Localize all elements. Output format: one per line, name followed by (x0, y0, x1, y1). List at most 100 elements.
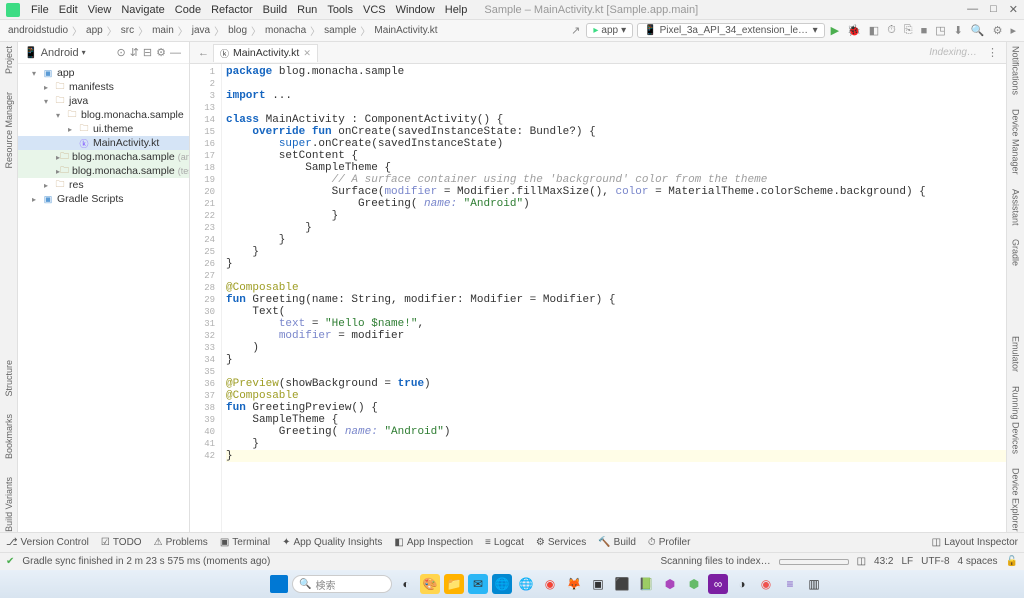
taskbar-app-icon[interactable]: 📗 (636, 574, 656, 594)
menu-code[interactable]: Code (170, 4, 206, 16)
select-opened-icon[interactable]: ⊙ (114, 46, 127, 59)
debug-icon[interactable]: 🐞 (845, 24, 863, 37)
close-icon[interactable]: ✕ (1009, 3, 1018, 16)
line-separator[interactable]: LF (902, 556, 914, 567)
expand-icon[interactable]: ⇵ (128, 46, 141, 59)
menu-vcs[interactable]: VCS (358, 4, 391, 16)
tree-pkg-main[interactable]: ▾🗀blog.monacha.sample (18, 108, 189, 122)
tab-logcat[interactable]: ≡ Logcat (485, 537, 524, 548)
editor-content[interactable]: package blog.monacha.sampleimport ...cla… (222, 64, 1006, 532)
taskbar-app-icon[interactable]: ◉ (756, 574, 776, 594)
tree-java[interactable]: ▾🗀java (18, 94, 189, 108)
collapse-icon[interactable]: ⊟ (141, 46, 154, 59)
hide-icon[interactable]: — (168, 47, 183, 59)
taskbar-app-icon[interactable]: ▣ (588, 574, 608, 594)
menu-window[interactable]: Window (391, 4, 440, 16)
menu-tools[interactable]: Tools (322, 4, 358, 16)
crumb[interactable]: androidstudio (6, 25, 70, 36)
editor-gutter[interactable]: 1231314151617181920212223242526272829303… (190, 64, 222, 532)
attach-icon[interactable]: ⎘ (902, 24, 915, 37)
menu-help[interactable]: Help (440, 4, 473, 16)
device-selector[interactable]: 📱Pixel_3a_API_34_extension_level_7_x86_6… (637, 23, 824, 38)
menu-refactor[interactable]: Refactor (206, 4, 258, 16)
run-config-selector[interactable]: ▸app▾ (586, 23, 633, 38)
menu-view[interactable]: View (83, 4, 117, 16)
tool-assistant[interactable]: Assistant (1011, 189, 1021, 226)
crumb[interactable]: MainActivity.kt (372, 25, 439, 36)
tool-notifications[interactable]: Notifications (1011, 46, 1021, 95)
tree-app[interactable]: ▾▣app (18, 66, 189, 80)
menu-run[interactable]: Run (292, 4, 322, 16)
tool-running-devices[interactable]: Running Devices (1011, 386, 1021, 454)
tree-gradle-scripts[interactable]: ▸▣Gradle Scripts (18, 192, 189, 206)
taskbar-app-icon[interactable]: ◑ (732, 574, 752, 594)
gear-icon[interactable]: ⚙ (154, 46, 168, 59)
maximize-icon[interactable]: □ (990, 3, 997, 16)
tab-layout-inspector[interactable]: ◫ Layout Inspector (932, 537, 1018, 548)
taskbar-app-icon[interactable]: ⬛ (612, 574, 632, 594)
tree-pkg-test[interactable]: ▸🗀blog.monacha.sample(test) (18, 164, 189, 178)
crumb[interactable]: main (150, 25, 176, 36)
sdk-icon[interactable]: ⬇ (952, 24, 965, 37)
search-icon[interactable]: 🔍 (969, 24, 987, 37)
tab-terminal[interactable]: ▣ Terminal (220, 537, 270, 548)
taskbar-app-icon[interactable]: ⬢ (660, 574, 680, 594)
tool-device-explorer[interactable]: Device Explorer (1011, 468, 1021, 532)
crumb[interactable]: src (119, 25, 136, 36)
tool-structure[interactable]: Structure (4, 360, 14, 397)
taskbar-app-icon[interactable]: ∞ (708, 574, 728, 594)
windows-search[interactable]: 🔍検索 (292, 575, 392, 593)
tab-version-control[interactable]: ⎇ Version Control (6, 537, 89, 548)
tab-profiler[interactable]: ⏱ Profiler (648, 537, 691, 548)
tool-project[interactable]: Project (4, 46, 14, 74)
close-tab-icon[interactable]: ✕ (303, 48, 311, 59)
tab-app-quality[interactable]: ✦ App Quality Insights (282, 537, 382, 548)
tool-bookmarks[interactable]: Bookmarks (4, 414, 14, 459)
taskbar-app-icon[interactable]: ⬢ (684, 574, 704, 594)
nav-back-icon[interactable]: ← (194, 47, 213, 59)
settings-icon[interactable]: ⚙ (991, 24, 1005, 37)
tree-ui-theme[interactable]: ▸🗀ui.theme (18, 122, 189, 136)
crumb[interactable]: java (190, 25, 212, 36)
profile-icon[interactable]: ⏱ (885, 24, 898, 37)
tree-main-activity[interactable]: ⓚMainActivity.kt (18, 136, 189, 150)
sync-icon[interactable]: ↗ (569, 24, 582, 37)
taskbar-app-icon[interactable]: ✉ (468, 574, 488, 594)
stop-icon[interactable]: ■ (919, 25, 930, 37)
project-tree[interactable]: ▾▣app ▸🗀manifests ▾🗀java ▾🗀blog.monacha.… (18, 64, 189, 532)
minimize-icon[interactable]: — (967, 3, 978, 16)
tree-manifests[interactable]: ▸🗀manifests (18, 80, 189, 94)
taskbar-app-icon[interactable]: ◉ (540, 574, 560, 594)
crumb[interactable]: blog (226, 25, 249, 36)
tree-pkg-androidtest[interactable]: ▸🗀blog.monacha.sample(androidTest) (18, 150, 189, 164)
encoding[interactable]: UTF-8 (921, 556, 949, 567)
tab-problems[interactable]: ⚠ Problems (154, 537, 208, 548)
tool-device-manager[interactable]: Device Manager (1011, 109, 1021, 175)
menu-build[interactable]: Build (258, 4, 292, 16)
avd-icon[interactable]: ◳ (933, 24, 947, 37)
tab-app-inspection[interactable]: ◧ App Inspection (394, 537, 473, 548)
windows-start-icon[interactable] (270, 575, 288, 593)
taskbar-app-icon[interactable]: ▥ (804, 574, 824, 594)
tool-build-variants[interactable]: Build Variants (4, 477, 14, 532)
taskbar-app-icon[interactable]: ≡ (780, 574, 800, 594)
project-view-selector[interactable]: 📱Android▾ (24, 46, 86, 59)
run-icon[interactable]: ▶ (829, 24, 841, 37)
crumb[interactable]: app (84, 25, 105, 36)
tab-services[interactable]: ⚙ Services (536, 537, 586, 548)
editor-tab-mainactivity[interactable]: ⓚMainActivity.kt✕ (213, 44, 318, 62)
tool-emulator[interactable]: Emulator (1011, 336, 1021, 372)
taskbar-app-icon[interactable]: 🎨 (420, 574, 440, 594)
tool-gradle[interactable]: Gradle (1011, 239, 1021, 266)
tab-todo[interactable]: ☑ TODO (101, 537, 142, 548)
tree-res[interactable]: ▸🗀res (18, 178, 189, 192)
coverage-icon[interactable]: ◧ (867, 24, 881, 37)
taskbar-app-icon[interactable]: 🌐 (492, 574, 512, 594)
tool-resource-manager[interactable]: Resource Manager (4, 92, 14, 169)
menu-navigate[interactable]: Navigate (116, 4, 169, 16)
taskbar-app-icon[interactable]: 🌐 (516, 574, 536, 594)
menu-edit[interactable]: Edit (54, 4, 83, 16)
menu-file[interactable]: File (26, 4, 54, 16)
indent[interactable]: 4 spaces (958, 556, 998, 567)
crumb[interactable]: monacha (263, 25, 308, 36)
